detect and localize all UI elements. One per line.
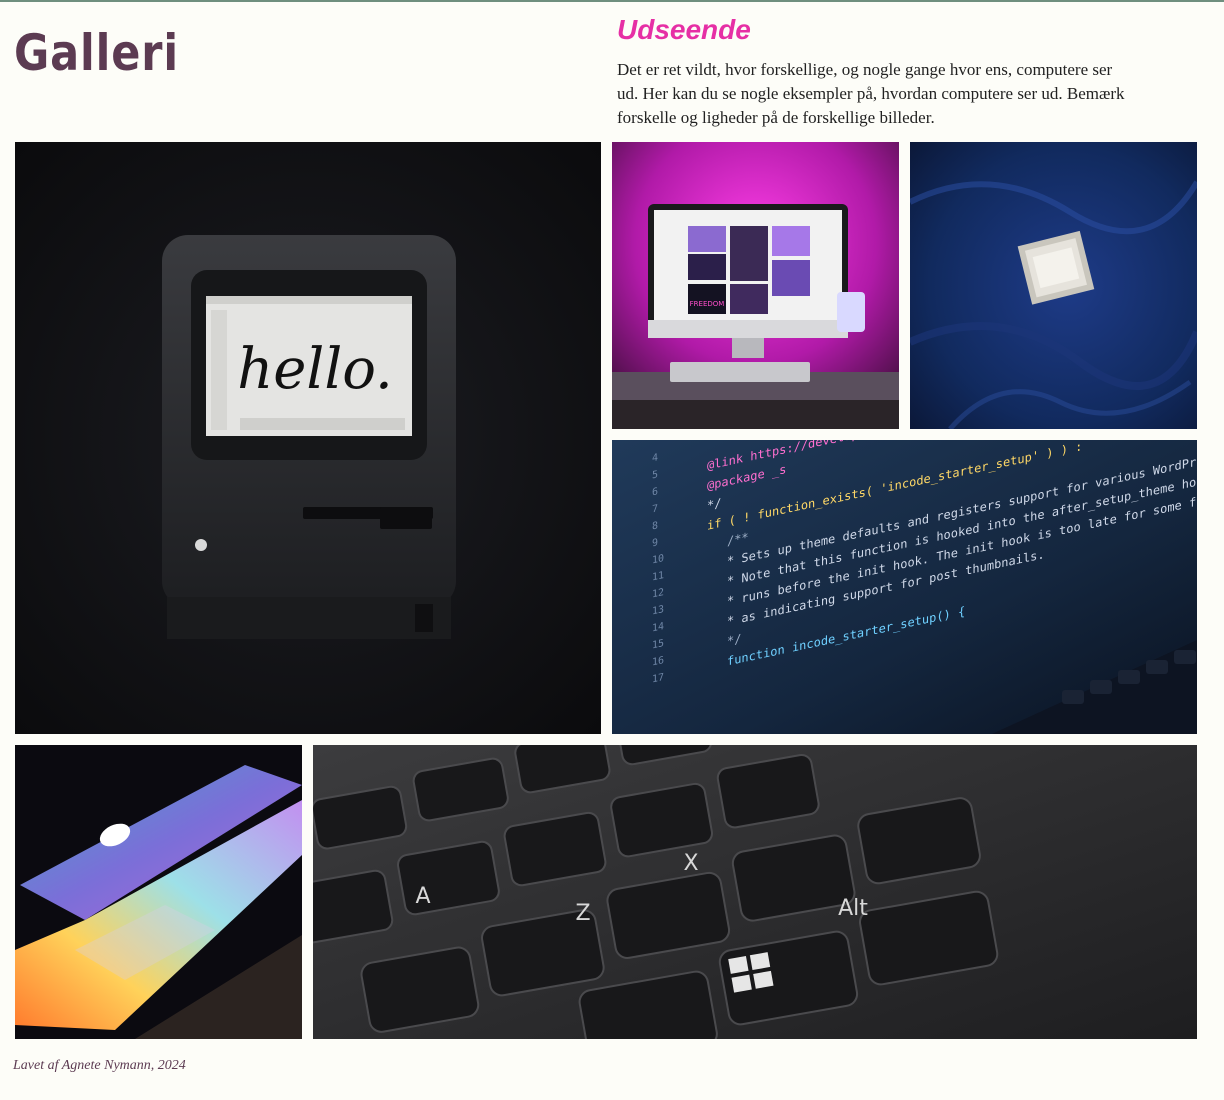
key-x-label: X: [683, 851, 698, 876]
gallery-image-keyboard[interactable]: A Z X Alt: [313, 745, 1197, 1039]
gallery-image-code-laptop[interactable]: 4567891011121314151617 @link https://dev…: [612, 440, 1197, 734]
code-line-number: 8: [652, 520, 658, 532]
key-alt-label: Alt: [838, 896, 868, 921]
code-line-number: 6: [652, 486, 658, 498]
gallery-image-vintage-mac[interactable]: hello.: [15, 142, 601, 734]
section-heading: Udseende: [617, 14, 751, 45]
vintage-mac-picture: hello.: [15, 142, 601, 734]
code-line-number: 5: [652, 469, 658, 481]
code-line-number: 7: [652, 503, 658, 515]
cpu-chip-picture: [910, 142, 1197, 429]
gallery-image-imac-pink[interactable]: FREEDOM: [612, 142, 899, 429]
imac-screen-text: FREEDOM: [690, 300, 725, 308]
gallery-image-cpu-chip[interactable]: [910, 142, 1197, 429]
keyboard-picture: A Z X Alt: [313, 745, 1197, 1039]
macbook-picture: [15, 745, 302, 1039]
gallery-image-macbook-rainbow[interactable]: [15, 745, 302, 1039]
code-laptop-picture: 4567891011121314151617 @link https://dev…: [612, 440, 1197, 734]
mac-screen-text: hello.: [237, 337, 393, 402]
code-line-number: 4: [652, 452, 658, 464]
apple-logo-icon: [195, 539, 207, 551]
code-line-number: 9: [652, 537, 658, 549]
key-z-label: Z: [575, 901, 590, 926]
page-title: Galleri: [14, 24, 179, 82]
imac-picture: FREEDOM: [612, 142, 899, 429]
intro-paragraph: Det er ret vildt, hvor forskellige, og n…: [617, 60, 1125, 127]
key-a-label: A: [415, 884, 430, 909]
footer-credit: Lavet af Agnete Nymann, 2024: [13, 1058, 186, 1073]
